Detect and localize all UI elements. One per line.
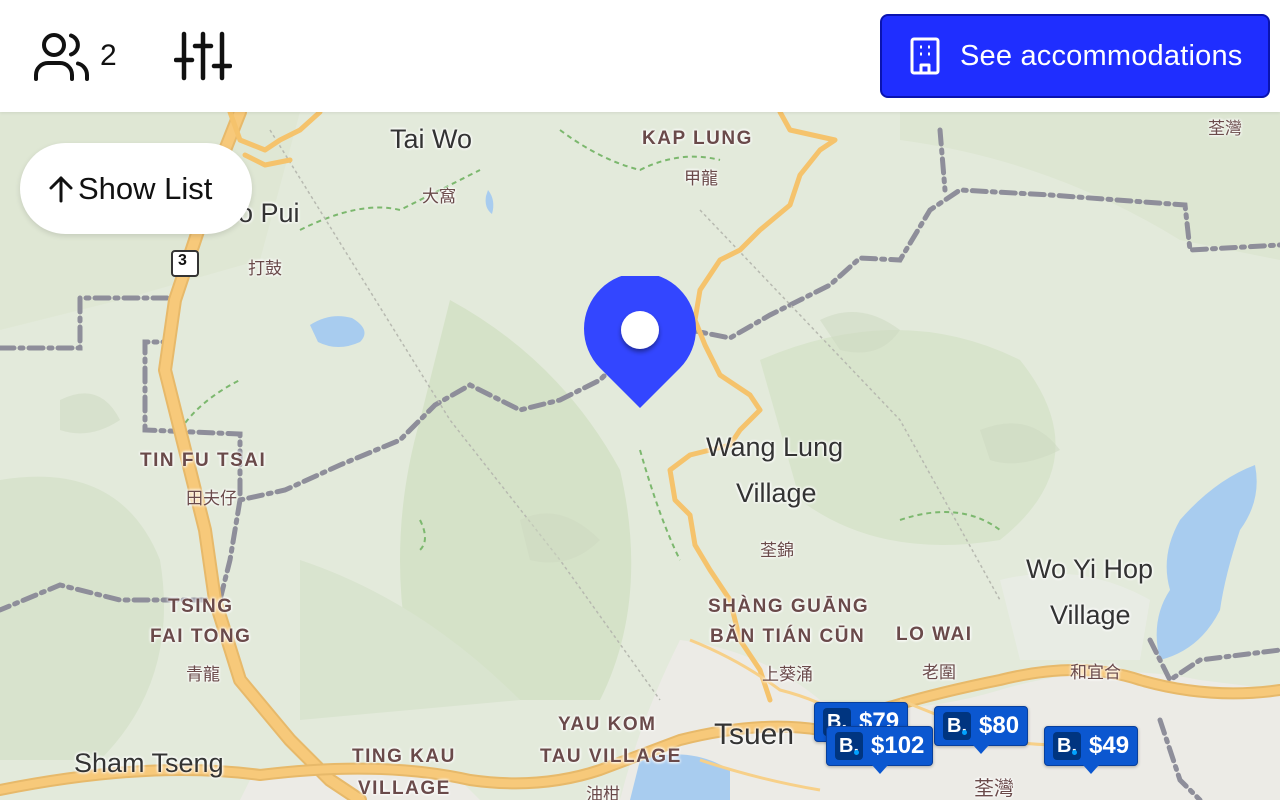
price-badge[interactable]: B. $80 — [934, 706, 1029, 754]
top-bar: 2 See accommodations — [0, 0, 1280, 112]
sliders-icon — [174, 31, 232, 81]
price-label: $80 — [979, 712, 1020, 739]
price-badge[interactable]: B. $49 — [1044, 726, 1139, 774]
guest-count: 2 — [100, 39, 117, 72]
filters-button[interactable] — [170, 26, 236, 86]
show-list-button[interactable]: Show List — [20, 143, 252, 234]
price-badge[interactable]: B. $102 — [826, 726, 934, 774]
booking-logo-icon: B. — [943, 712, 971, 740]
booking-logo-icon: B. — [835, 732, 863, 760]
booking-logo-icon: B. — [1053, 732, 1081, 760]
building-icon — [910, 37, 940, 75]
arrow-up-icon — [49, 176, 73, 202]
show-list-label: Show List — [78, 170, 213, 206]
price-label: $49 — [1089, 732, 1130, 759]
price-label: $102 — [871, 732, 925, 759]
guests-button[interactable]: 2 — [30, 26, 140, 86]
users-icon — [34, 33, 89, 81]
see-accommodations-button[interactable]: See accommodations — [880, 14, 1270, 98]
map-pin-icon[interactable] — [584, 272, 696, 410]
see-accommodations-label: See accommodations — [960, 39, 1243, 72]
